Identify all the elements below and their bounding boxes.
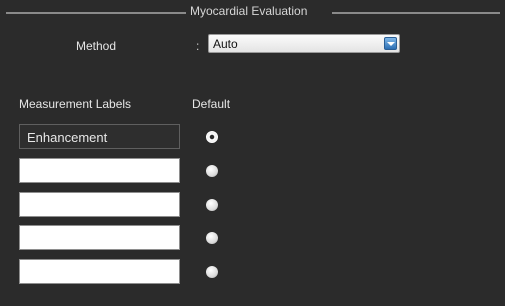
default-radio[interactable] [206, 232, 218, 244]
measurement-label-field[interactable]: Enhancement [19, 124, 180, 149]
default-radio[interactable] [206, 266, 218, 278]
measurement-labels-header: Measurement Labels [19, 97, 132, 111]
default-radio[interactable] [206, 165, 218, 177]
group-border [332, 12, 500, 14]
default-header: Default [192, 97, 231, 111]
group-title: Myocardial Evaluation [190, 4, 308, 18]
default-radio[interactable] [206, 199, 218, 211]
measurement-label-field[interactable] [19, 192, 180, 217]
group-border [6, 12, 186, 14]
measurement-label-field[interactable] [19, 225, 180, 250]
method-dropdown[interactable]: Auto [208, 34, 400, 53]
myocardial-evaluation-panel: Myocardial Evaluation Method : Auto Meas… [0, 0, 505, 306]
method-label: Method [76, 39, 117, 53]
method-separator: : [196, 39, 200, 53]
default-radio[interactable] [206, 131, 218, 143]
measurement-label-field[interactable] [19, 259, 180, 284]
measurement-label-field[interactable] [19, 158, 180, 183]
chevron-down-icon[interactable] [384, 37, 397, 50]
method-dropdown-value: Auto [213, 37, 238, 51]
